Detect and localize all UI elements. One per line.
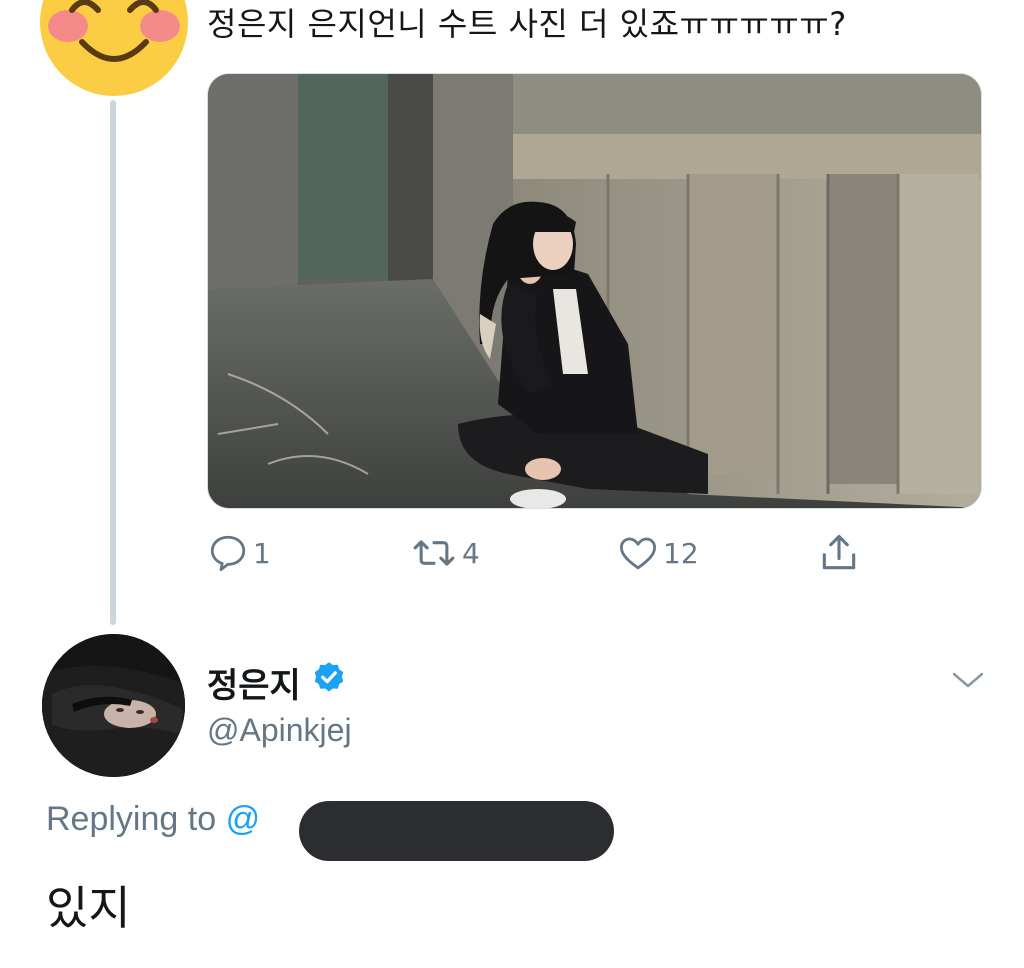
reply-count: 1 xyxy=(253,536,271,570)
replying-to-line: Replying to @ xyxy=(46,800,260,839)
comment-bubble-icon xyxy=(210,535,246,572)
parent-tweet-text: 정은지 은지언니 수트 사진 더 있죠ㅠㅠㅠㅠㅠ? xyxy=(207,5,847,43)
reply-tweet-text: 있지 xyxy=(46,881,131,935)
reply-author-handle[interactable]: @Apinkjej xyxy=(207,712,352,749)
verified-badge-icon xyxy=(311,660,347,705)
reply-author-name[interactable]: 정은지 xyxy=(207,658,347,707)
retweet-count: 4 xyxy=(462,536,480,570)
like-count: 12 xyxy=(663,536,699,570)
retweet-icon xyxy=(413,540,455,566)
more-options-button[interactable] xyxy=(950,668,986,696)
replying-to-mention[interactable]: @ xyxy=(226,800,261,838)
smiling-face-with-blush-icon xyxy=(40,0,188,96)
retweet-button[interactable]: 4 xyxy=(410,528,480,578)
redacted-username-block xyxy=(299,801,614,861)
tweet-action-bar: 1 4 12 xyxy=(207,528,907,578)
reply-author-avatar[interactable] xyxy=(42,634,185,777)
display-name-text: 정은지 xyxy=(207,666,301,706)
like-button[interactable]: 12 xyxy=(617,528,699,578)
share-icon xyxy=(822,534,856,570)
tweet-photo[interactable] xyxy=(207,73,982,509)
replying-to-label: Replying to xyxy=(46,800,217,838)
share-button[interactable] xyxy=(817,528,861,578)
chevron-down-icon xyxy=(952,672,984,688)
parent-avatar[interactable] xyxy=(38,0,190,98)
reply-button[interactable]: 1 xyxy=(207,528,271,578)
thread-connector-line xyxy=(110,100,116,625)
heart-icon xyxy=(619,537,657,570)
